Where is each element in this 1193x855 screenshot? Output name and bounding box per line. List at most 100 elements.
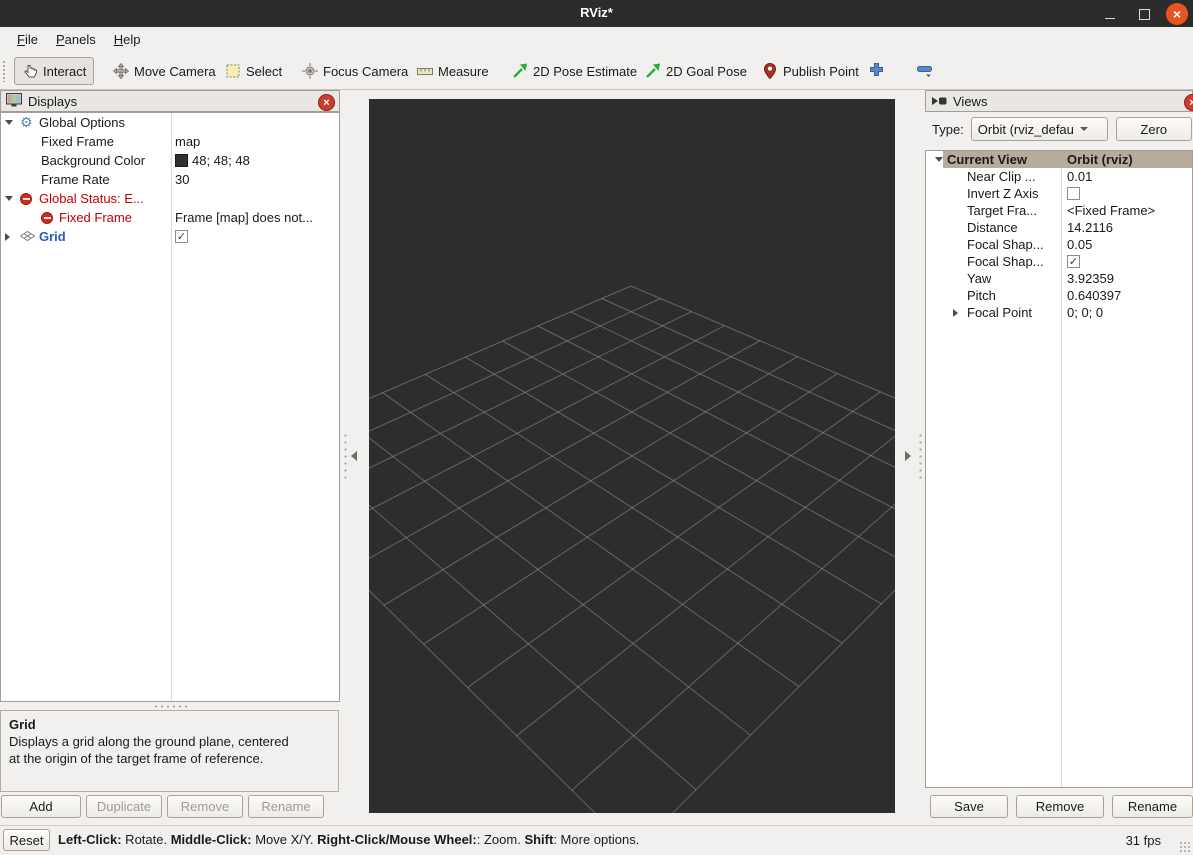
resize-grip[interactable]	[1179, 841, 1191, 853]
property-checkbox[interactable]	[1067, 187, 1080, 200]
view-row-focal-shap[interactable]: Focal Shap... ✓	[926, 253, 1192, 270]
expander-open-icon[interactable]	[935, 157, 943, 162]
tool-focus-camera[interactable]: Focus Camera	[295, 57, 415, 85]
close-button[interactable]: ×	[1166, 3, 1188, 25]
tree-row-global-status-e[interactable]: Global Status: E...	[1, 189, 339, 208]
tree-value: Frame [map] does not...	[175, 208, 313, 227]
camera-icon	[931, 94, 947, 109]
window-title: RViz*	[0, 5, 1193, 20]
expander-closed-icon[interactable]	[953, 309, 958, 317]
display-help-box: Grid Displays a grid along the ground pl…	[0, 710, 339, 792]
collapse-left-arrow-icon[interactable]	[351, 451, 357, 461]
tool-2d-pose-estimate[interactable]: 2D Pose Estimate	[505, 57, 644, 85]
color-swatch[interactable]	[175, 154, 188, 167]
remove-tool-button[interactable]	[912, 60, 936, 82]
reset-button[interactable]: Reset	[3, 829, 50, 851]
view-row-target-fra[interactable]: Target Fra... <Fixed Frame>	[926, 202, 1192, 219]
view-value: 0; 0; 0	[1067, 304, 1103, 321]
view-row-near-clip[interactable]: Near Clip ... 0.01	[926, 168, 1192, 185]
view-label: Target Fra...	[967, 203, 1037, 218]
toolbar-grip[interactable]	[2, 60, 7, 82]
right-splitter-dots[interactable]	[919, 432, 922, 480]
menu-panels[interactable]: Panels	[47, 29, 105, 50]
expander-closed-icon[interactable]	[5, 233, 10, 241]
view-label: Near Clip ...	[967, 169, 1036, 184]
expander-open-icon[interactable]	[5, 196, 13, 201]
view-value: 0.640397	[1067, 287, 1121, 304]
property-checkbox[interactable]: ✓	[1067, 255, 1080, 268]
tool-move-camera[interactable]: Move Camera	[106, 57, 223, 85]
status-help-text: Left-Click: Rotate. Middle-Click: Move X…	[58, 832, 639, 847]
tree-row-global-options[interactable]: ⚙Global Options	[1, 113, 339, 132]
views-rename-button[interactable]: Rename	[1112, 795, 1193, 818]
tree-label: Global Options	[39, 115, 125, 130]
status-bar: Reset Left-Click: Rotate. Middle-Click: …	[0, 825, 1193, 855]
view-value: Orbit (rviz)	[1067, 151, 1133, 168]
tree-row-frame-rate[interactable]: Frame Rate30	[1, 170, 339, 189]
render-viewport[interactable]	[369, 99, 895, 813]
tree-value: map	[175, 132, 200, 151]
add-button[interactable]: Add	[1, 795, 81, 818]
minimize-icon	[1105, 18, 1115, 19]
maximize-button[interactable]	[1133, 3, 1155, 25]
help-line1: Displays a grid along the ground plane, …	[9, 734, 289, 749]
displays-close-icon[interactable]: ×	[318, 94, 335, 111]
view-value: <Fixed Frame>	[1067, 202, 1155, 219]
menu-help[interactable]: Help	[105, 29, 150, 50]
tree-row-fixed-frame[interactable]: Fixed Framemap	[1, 132, 339, 151]
menu-file[interactable]: File	[8, 29, 47, 50]
tool-label: Focus Camera	[323, 64, 408, 79]
views-panel-title: Views	[953, 94, 987, 109]
view-row-current-view[interactable]: Current ViewOrbit (rviz)	[926, 151, 1192, 168]
tool-label: 2D Goal Pose	[666, 64, 747, 79]
zero-button[interactable]: Zero	[1116, 117, 1192, 141]
tree-value[interactable]: ✓	[175, 227, 188, 246]
views-save-button[interactable]: Save	[930, 795, 1008, 818]
tool-measure[interactable]: Measure	[410, 57, 496, 85]
view-value: 0.05	[1067, 236, 1092, 253]
view-row-distance[interactable]: Distance14.2116	[926, 219, 1192, 236]
view-value[interactable]	[1067, 185, 1080, 202]
button-label: Remove	[181, 799, 229, 814]
view-row-focal-shap[interactable]: Focal Shap...0.05	[926, 236, 1192, 253]
remove-button: Remove	[167, 795, 243, 818]
enable-checkbox[interactable]: ✓	[175, 230, 188, 243]
rename-button: Rename	[248, 795, 324, 818]
tool-interact[interactable]: Interact	[14, 57, 94, 85]
grid-icon	[20, 229, 35, 244]
displays-splitter-grip[interactable]	[153, 705, 187, 708]
view-label: Focal Point	[967, 305, 1032, 320]
view-row-focal-point[interactable]: Focal Point 0; 0; 0	[926, 304, 1192, 321]
tool-select[interactable]: Select	[218, 57, 289, 85]
value-text: 0; 0; 0	[1067, 305, 1103, 320]
tree-value: 48; 48; 48	[175, 151, 250, 170]
view-row-yaw[interactable]: Yaw3.92359	[926, 270, 1192, 287]
tool-2d-goal-pose[interactable]: 2D Goal Pose	[638, 57, 754, 85]
plus-icon	[868, 61, 885, 81]
add-tool-button[interactable]	[864, 60, 888, 82]
hand-icon	[22, 63, 38, 79]
views-panel-header[interactable]: Views ×	[925, 90, 1193, 112]
view-row-invert-z-axis[interactable]: Invert Z Axis	[926, 185, 1192, 202]
view-value: 0.01	[1067, 168, 1092, 185]
tool-label: Measure	[438, 64, 489, 79]
tree-row-background-color[interactable]: Background Color48; 48; 48	[1, 151, 339, 170]
view-label: Focal Shap...	[967, 254, 1044, 269]
tree-row-fixed-frame[interactable]: Fixed FrameFrame [map] does not...	[1, 208, 339, 227]
views-remove-button[interactable]: Remove	[1016, 795, 1104, 818]
view-type-dropdown[interactable]: Orbit (rviz_defau	[971, 117, 1108, 141]
value-text: <Fixed Frame>	[1067, 203, 1155, 218]
minus-icon	[916, 61, 933, 81]
tool-publish-point[interactable]: Publish Point	[755, 57, 866, 85]
view-label: Yaw	[967, 271, 991, 286]
views-close-icon[interactable]: ×	[1184, 94, 1193, 111]
minimize-button[interactable]	[1099, 3, 1121, 25]
collapse-right-arrow-icon[interactable]	[905, 451, 911, 461]
expander-open-icon[interactable]	[5, 120, 13, 125]
views-tree: Current ViewOrbit (rviz)Near Clip ... 0.0…	[925, 150, 1193, 788]
left-splitter-dots[interactable]	[344, 432, 347, 480]
view-row-pitch[interactable]: Pitch0.640397	[926, 287, 1192, 304]
displays-panel-header[interactable]: Displays ×	[0, 90, 340, 112]
view-value[interactable]: ✓	[1067, 253, 1080, 270]
tree-row-grid[interactable]: Grid✓	[1, 227, 339, 246]
